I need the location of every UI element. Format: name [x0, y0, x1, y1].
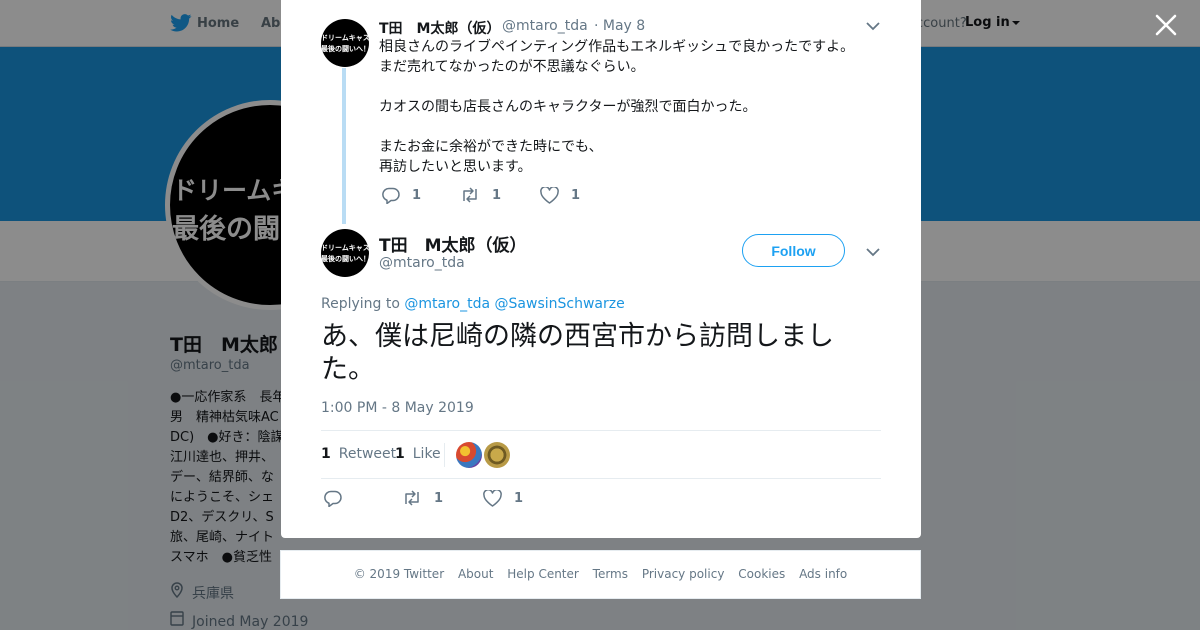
tweet-text-line: 再訪したいと思います。	[379, 159, 532, 175]
tweet-text-line: 相良さんのライブペインティング作品もエネルギッシュで良かったですよ。	[379, 39, 855, 55]
footer-link-about[interactable]: About	[458, 567, 493, 581]
liker-avatar[interactable]	[456, 442, 482, 468]
modal-footer: © 2019 Twitter About Help Center Terms P…	[280, 550, 921, 599]
footer-link-terms[interactable]: Terms	[593, 567, 628, 581]
tweet-text-line: またお金に余裕ができた時にでも、	[379, 139, 603, 155]
avatar-text-line1: ドリームキャスト	[321, 34, 369, 42]
parent-tweet-text: 相良さんのライブペインティング作品もエネルギッシュで良かったですよ。 まだ売れて…	[379, 37, 879, 177]
parent-tweet-avatar[interactable]: ドリームキャスト 最後の闘いへ！	[321, 19, 369, 67]
tweet-text-line: まだ売れてなかったのが不思議なぐらい。	[379, 59, 645, 75]
tweet-permalink-modal: ドリームキャスト 最後の闘いへ！ T田 M太郎（仮） @mtaro_tda · …	[281, 0, 921, 538]
parent-tweet-date[interactable]: · May 8	[594, 18, 645, 34]
footer-copyright: © 2019 Twitter	[353, 567, 445, 581]
avatar-text-line2: 最後の闘いへ！	[321, 255, 369, 263]
parent-tweet-handle[interactable]: @mtaro_tda	[502, 18, 588, 34]
parent-like-button[interactable]: 1	[540, 186, 581, 204]
tweet-stats: 1 Retweet 1 Like	[321, 430, 881, 479]
heart-icon	[540, 186, 559, 204]
like-count: 1	[571, 188, 581, 203]
main-tweet-text: あ、僕は尼崎の隣の西宮市から訪問しました。	[321, 321, 834, 385]
footer-link-help-center[interactable]: Help Center	[507, 567, 579, 581]
parent-tweet-name[interactable]: T田 M太郎（仮）	[379, 18, 500, 38]
main-retweet-button[interactable]: 1	[402, 490, 443, 506]
tweet-timestamp[interactable]: 1:00 PM - 8 May 2019	[321, 400, 474, 416]
retweets-stat[interactable]: 1 Retweet	[321, 446, 396, 462]
stats-divider	[444, 443, 445, 467]
retweets-number: 1	[321, 446, 331, 462]
retweet-icon	[463, 187, 477, 203]
replying-to-prefix: Replying to	[321, 296, 400, 312]
heart-icon	[483, 489, 502, 507]
parent-retweet-button[interactable]: 1	[460, 187, 501, 203]
thread-connector-line	[342, 68, 346, 224]
parent-reply-button[interactable]: 1	[382, 187, 422, 205]
follow-button[interactable]: Follow	[742, 234, 845, 267]
tweet-text-line: カオスの間も店長さんのキャラクターが強烈で面白かった。	[379, 99, 757, 115]
likes-label: Like	[412, 446, 441, 462]
reply-mention-link[interactable]: @SawsinSchwarze	[495, 296, 625, 312]
main-tweet-handle[interactable]: @mtaro_tda	[379, 255, 465, 271]
retweet-icon	[405, 490, 419, 506]
likes-number: 1	[395, 446, 405, 462]
main-like-button[interactable]: 1	[483, 489, 524, 507]
liker-avatar[interactable]	[484, 442, 510, 468]
replying-to: Replying to @mtaro_tda @SawsinSchwarze	[321, 296, 625, 312]
chevron-down-icon[interactable]	[866, 247, 880, 257]
avatar-text-line1: ドリームキャスト	[321, 244, 369, 252]
tweet-text-line	[379, 77, 879, 97]
footer-link-privacy[interactable]: Privacy policy	[642, 567, 725, 581]
main-tweet-avatar[interactable]: ドリームキャスト 最後の闘いへ！	[321, 229, 369, 277]
tweet-text-line	[379, 117, 879, 137]
footer-link-cookies[interactable]: Cookies	[738, 567, 785, 581]
close-icon[interactable]	[1153, 12, 1179, 38]
footer-link-ads-info[interactable]: Ads info	[799, 567, 847, 581]
reply-icon	[324, 490, 342, 508]
reply-mention-link[interactable]: @mtaro_tda	[404, 296, 490, 312]
like-count: 1	[514, 491, 524, 506]
retweet-count: 1	[434, 490, 444, 506]
likes-stat[interactable]: 1 Like	[395, 446, 441, 462]
chevron-down-icon[interactable]	[866, 21, 880, 31]
retweets-label: Retweet	[338, 446, 397, 462]
main-tweet-name[interactable]: T田 M太郎（仮）	[379, 231, 527, 256]
avatar-text-line2: 最後の闘いへ！	[321, 45, 369, 53]
main-reply-button[interactable]	[324, 490, 342, 508]
retweet-count: 1	[492, 187, 502, 203]
reply-count: 1	[412, 188, 422, 203]
reply-icon	[382, 187, 400, 205]
